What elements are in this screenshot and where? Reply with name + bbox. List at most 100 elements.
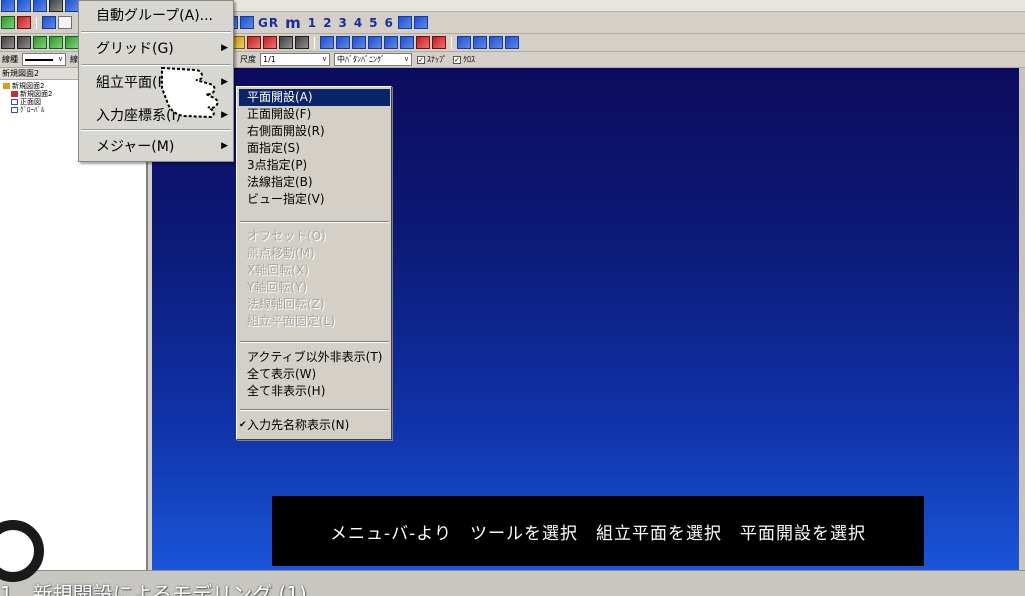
submenu-item-3point[interactable]: 3点指定(P) xyxy=(239,157,390,174)
cross-checkbox[interactable]: ✓ ｸﾛｽ xyxy=(453,54,475,65)
menu-item-label: メジャー(M) xyxy=(96,139,175,155)
link-icon[interactable] xyxy=(263,36,277,49)
submenu-item-label: 全て非表示(H) xyxy=(247,384,326,398)
view-icon-7[interactable] xyxy=(416,36,430,49)
submenu-item-label: 法線軸回転(Z) xyxy=(247,297,325,311)
hand-pointer-icon xyxy=(161,66,219,119)
select-icon[interactable] xyxy=(1,16,15,29)
submenu-item-label: 法線指定(B) xyxy=(247,175,313,189)
redo-all-icon[interactable] xyxy=(33,0,47,12)
submenu-item-label: ビュー指定(V) xyxy=(247,192,325,206)
rect-icon[interactable] xyxy=(58,16,72,29)
refresh-icon[interactable] xyxy=(65,0,79,12)
check-icon: ✔ xyxy=(239,420,247,430)
snap-icon-3[interactable] xyxy=(65,36,79,49)
submenu-item-y-rotate: Y軸回転(Y) xyxy=(239,279,390,296)
num-button-6[interactable]: 6 xyxy=(385,16,394,30)
submenu-arrow-icon: ▶ xyxy=(221,43,228,53)
submenu-item-label: オフセット(O) xyxy=(247,229,326,243)
snap-checkbox-label: ｽﾅｯﾌﾟ xyxy=(427,55,447,64)
chevron-down-icon: ∨ xyxy=(321,55,327,63)
submenu-item-face-specify[interactable]: 面指定(S) xyxy=(239,140,390,157)
view-icon-3[interactable] xyxy=(352,36,366,49)
submenu-item-hide-inactive[interactable]: アクティブ以外非表示(T) xyxy=(239,349,390,366)
assembly-plane-submenu: 平面開設(A) 正面開設(F) 右側面開設(R) 面指定(S) 3点指定(P) … xyxy=(236,86,392,440)
submenu-item-show-input-name[interactable]: ✔ 入力先名称表示(N) xyxy=(239,417,390,434)
menu-item-measure[interactable]: メジャー(M) ▶ xyxy=(79,132,233,160)
submenu-item-x-rotate: X軸回転(X) xyxy=(239,262,390,279)
view-icon-6[interactable] xyxy=(400,36,414,49)
submenu-item-right-open[interactable]: 右側面開設(R) xyxy=(239,123,390,140)
tree-item-label: 正面図 xyxy=(20,98,41,106)
toolbar-separator xyxy=(36,16,37,29)
m-mode-button[interactable]: m xyxy=(285,14,302,32)
snap-icon-2[interactable] xyxy=(49,36,63,49)
submenu-separator xyxy=(240,409,389,411)
snap-icon-1[interactable] xyxy=(33,36,47,49)
redo-icon[interactable] xyxy=(17,0,31,12)
num-button-2[interactable]: 2 xyxy=(323,16,332,30)
checkbox-box: ✓ xyxy=(417,55,425,64)
view-icon xyxy=(11,107,18,113)
submenu-item-label: 右側面開設(R) xyxy=(247,124,325,138)
menu-separator xyxy=(81,31,231,33)
tree-item-label: 新規図面2 xyxy=(20,90,53,98)
menu-item-label: グリッド(G) xyxy=(96,41,174,57)
line-kind-combo[interactable]: ∨ xyxy=(22,53,66,66)
view-icon-1[interactable] xyxy=(320,36,334,49)
view-icon-4[interactable] xyxy=(368,36,382,49)
shade-icon-2[interactable] xyxy=(473,36,487,49)
num-button-1[interactable]: 1 xyxy=(308,16,317,30)
layer-icon[interactable] xyxy=(1,36,15,49)
menu-item-label: 自動グループ(A)... xyxy=(96,8,214,24)
submenu-item-hide-all[interactable]: 全て非表示(H) xyxy=(239,383,390,400)
shade-icon-4[interactable] xyxy=(505,36,519,49)
submenu-item-view[interactable]: ビュー指定(V) xyxy=(239,191,390,208)
menu-item-auto-group[interactable]: 自動グループ(A)... xyxy=(79,1,233,29)
return-arrow-icon[interactable] xyxy=(240,16,254,29)
num-button-4[interactable]: 4 xyxy=(354,16,363,30)
menu-item-grid[interactable]: グリッド(G) ▶ xyxy=(79,34,233,62)
redo-view-icon[interactable] xyxy=(413,16,428,29)
view-icon-8[interactable] xyxy=(432,36,446,49)
submenu-item-label: 原点移動(M) xyxy=(247,246,315,260)
submenu-item-label: 組立平面固定(L) xyxy=(247,314,336,328)
cross-icon[interactable] xyxy=(247,36,261,49)
cross-checkbox-label: ｸﾛｽ xyxy=(463,55,475,64)
snap-mode-combo[interactable]: 中ﾊﾞﾀﾝﾊﾞﾆﾝｸﾞ ∨ xyxy=(334,53,412,66)
undo-view-icon[interactable] xyxy=(397,16,412,29)
num-button-5[interactable]: 5 xyxy=(369,16,378,30)
submenu-item-label: Y軸回転(Y) xyxy=(247,280,308,294)
scale-value: 1/1 xyxy=(263,55,276,64)
gr-mode-button[interactable]: GR xyxy=(258,16,279,30)
submenu-item-label: アクティブ以外非表示(T) xyxy=(247,350,383,364)
view-icon-2[interactable] xyxy=(336,36,350,49)
undo-icon[interactable] xyxy=(1,0,15,12)
window-icon[interactable] xyxy=(42,16,56,29)
folder-icon xyxy=(3,83,10,89)
submenu-item-label: 入力先名称表示(N) xyxy=(247,418,350,432)
submenu-item-front-open[interactable]: 正面開設(F) xyxy=(239,106,390,123)
view-icon-5[interactable] xyxy=(384,36,398,49)
toolbar-separator xyxy=(314,36,315,49)
line-sample xyxy=(25,58,53,61)
snap-mode-value: 中ﾊﾞﾀﾝﾊﾞﾆﾝｸﾞ xyxy=(337,55,385,64)
submenu-item-label: 面指定(S) xyxy=(247,141,300,155)
num-button-3[interactable]: 3 xyxy=(338,16,347,30)
submenu-item-normal[interactable]: 法線指定(B) xyxy=(239,174,390,191)
grid-tool-icon[interactable] xyxy=(17,16,31,29)
snap-checkbox[interactable]: ✓ ｽﾅｯﾌﾟ xyxy=(417,54,447,65)
submenu-item-plane-open[interactable]: 平面開設(A) xyxy=(239,89,390,106)
shade-icon-1[interactable] xyxy=(457,36,471,49)
chevron-down-icon: ∨ xyxy=(403,55,409,63)
delete-icon[interactable] xyxy=(49,0,63,12)
submenu-item-origin-move: 原点移動(M) xyxy=(239,245,390,262)
dimension-icon[interactable] xyxy=(279,36,293,49)
dots-icon[interactable] xyxy=(295,36,309,49)
submenu-item-show-all[interactable]: 全て表示(W) xyxy=(239,366,390,383)
scale-combo[interactable]: 1/1 ∨ xyxy=(260,53,330,66)
shade-icon-3[interactable] xyxy=(489,36,503,49)
toolbar-separator xyxy=(451,36,452,49)
frame-icon[interactable] xyxy=(17,36,31,49)
submenu-arrow-icon: ▶ xyxy=(221,141,228,151)
